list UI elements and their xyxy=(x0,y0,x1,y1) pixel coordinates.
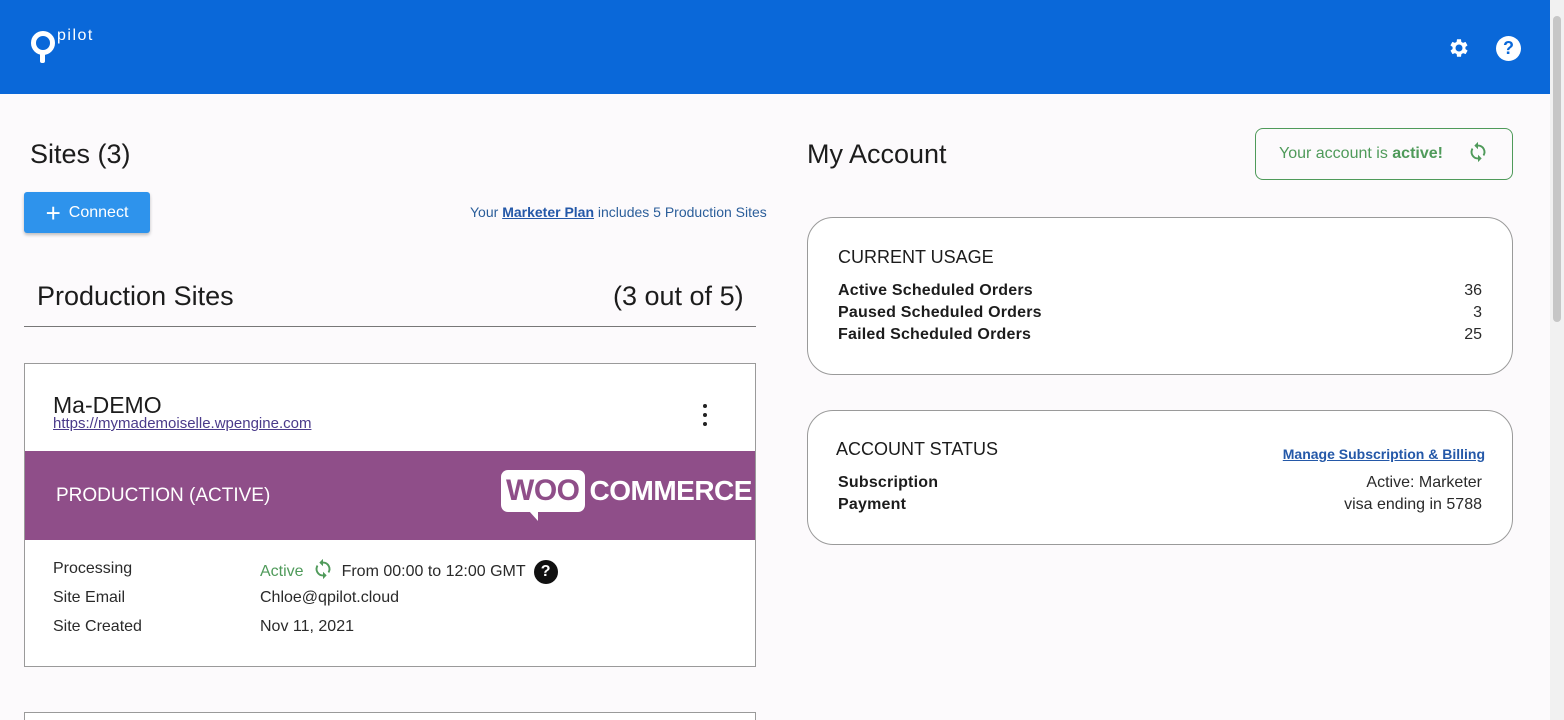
woo-logo-bubble: WOO xyxy=(501,470,585,521)
current-usage-title: CURRENT USAGE xyxy=(838,247,994,267)
usage-label-failed: Failed Scheduled Orders xyxy=(838,326,1032,343)
account-status-title: ACCOUNT STATUS xyxy=(836,439,999,459)
plan-prefix: Your xyxy=(470,204,499,220)
sync-icon[interactable] xyxy=(312,558,334,585)
scrollbar-thumb[interactable] xyxy=(1553,16,1561,322)
current-usage-panel: CURRENT USAGE Active Scheduled Orders 36… xyxy=(807,217,1513,375)
processing-window: From 00:00 to 12:00 GMT xyxy=(341,562,526,580)
logo-q-mark xyxy=(31,31,55,63)
site-email-value: Chloe@qpilot.cloud xyxy=(260,589,399,606)
usage-label-active: Active Scheduled Orders xyxy=(838,282,1033,299)
processing-value: Active From 00:00 to 12:00 GMT ? xyxy=(260,558,558,585)
production-sites-count: (3 out of 5) xyxy=(613,281,744,311)
gear-icon[interactable] xyxy=(1446,36,1470,60)
account-status-value: active! xyxy=(1392,145,1443,162)
site-environment-banner: PRODUCTION (ACTIVE) WOO COMMERCE xyxy=(25,451,755,540)
top-app-bar: pilot ? xyxy=(0,0,1550,94)
site-created-value: Nov 11, 2021 xyxy=(260,618,354,635)
marketer-plan-link[interactable]: Marketer Plan xyxy=(502,204,594,220)
connect-label: Connect xyxy=(68,203,129,221)
payment-label: Payment xyxy=(838,496,907,513)
processing-label: Processing xyxy=(53,560,133,577)
question-icon[interactable]: ? xyxy=(533,559,558,584)
usage-value-paused: 3 xyxy=(1473,304,1482,321)
refresh-icon[interactable] xyxy=(1467,141,1489,168)
connect-button[interactable]: + Connect xyxy=(24,192,150,233)
usage-value-failed: 25 xyxy=(1464,326,1482,343)
site-card: Ma-DEMO https://mymademoiselle.wpengine.… xyxy=(24,363,756,667)
site-url-link[interactable]: https://mymademoiselle.wpengine.com xyxy=(53,415,311,432)
usage-value-active: 36 xyxy=(1464,282,1482,299)
qpilot-logo[interactable]: pilot xyxy=(31,27,94,63)
plus-icon: + xyxy=(45,197,61,228)
logo-text: pilot xyxy=(57,27,94,44)
environment-label: PRODUCTION (ACTIVE) xyxy=(56,485,271,506)
processing-status: Active xyxy=(260,562,304,580)
site-email-label: Site Email xyxy=(53,589,126,606)
manage-subscription-link[interactable]: Manage Subscription & Billing xyxy=(1283,446,1485,462)
page-scrollbar[interactable] xyxy=(1550,0,1564,720)
help-icon[interactable]: ? xyxy=(1496,36,1521,61)
payment-value: visa ending in 5788 xyxy=(1344,496,1482,513)
usage-label-paused: Paused Scheduled Orders xyxy=(838,304,1042,321)
account-status-badge: Your account is active! xyxy=(1255,128,1513,180)
subscription-label: Subscription xyxy=(838,474,939,491)
sites-title: Sites (3) xyxy=(30,139,131,169)
divider xyxy=(24,326,756,327)
account-status-text: Your account is active! xyxy=(1279,145,1443,163)
account-status-panel: ACCOUNT STATUS Manage Subscription & Bil… xyxy=(807,410,1513,545)
my-account-title: My Account xyxy=(807,139,947,169)
plan-note: Your Marketer Plan includes 5 Production… xyxy=(470,204,767,220)
woocommerce-logo: WOO COMMERCE xyxy=(501,470,753,521)
plan-suffix: includes 5 Production Sites xyxy=(597,204,767,220)
next-site-card xyxy=(24,712,756,720)
account-status-prefix: Your account is xyxy=(1279,145,1388,162)
production-sites-heading: Production Sites xyxy=(37,281,234,311)
subscription-value: Active: Marketer xyxy=(1366,474,1482,491)
site-created-label: Site Created xyxy=(53,618,142,635)
woo-logo-commerce: COMMERCE xyxy=(589,475,753,506)
more-options-icon[interactable] xyxy=(697,404,713,426)
